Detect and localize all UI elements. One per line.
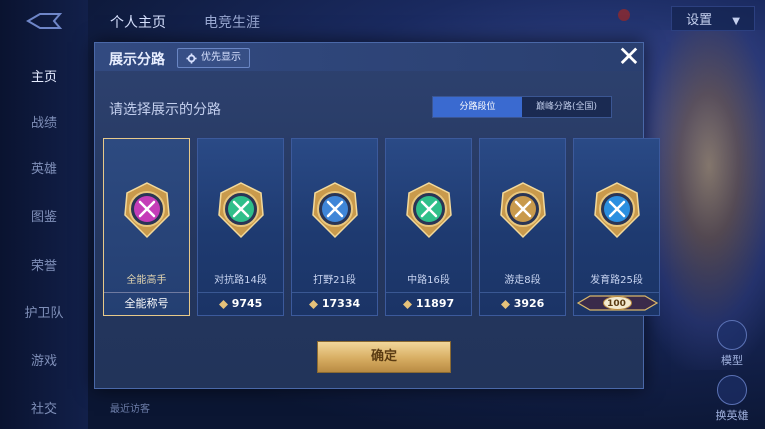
segment-toggle: 分路段位 巅峰分路(全国)	[432, 96, 612, 118]
gear-icon	[186, 52, 197, 64]
lane-card-footer: 9745	[198, 292, 283, 315]
target-icon	[593, 182, 640, 239]
lane-card[interactable]: 中路16段 11897	[385, 138, 472, 316]
level-badge-number: 100	[607, 299, 626, 309]
recent-visitors[interactable]: 最近访客	[110, 400, 150, 415]
points-icon	[218, 299, 228, 309]
sidebar-item-honor[interactable]: 荣誉	[0, 255, 88, 274]
lane-card[interactable]: 全能高手 全能称号	[103, 138, 190, 316]
lane-card-footer-text: 17334	[321, 297, 361, 310]
change-hero-label: 换英雄	[715, 409, 749, 422]
wings-icon	[499, 182, 546, 239]
recent-visitors-label: 最近访客	[110, 404, 150, 415]
model-icon	[717, 320, 747, 350]
dialog-subtitle: 请选择展示的分路	[109, 102, 221, 118]
model-label: 模型	[721, 354, 743, 367]
tab-profile[interactable]: 个人主页	[110, 12, 166, 32]
priority-display-label: 优先显示	[201, 52, 241, 63]
avatar-icon	[618, 9, 630, 21]
lane-card[interactable]: 打野21段 17334	[291, 138, 378, 316]
sidebar-item-home[interactable]: 主页	[0, 66, 88, 85]
lane-card-label: 游走8段	[504, 275, 541, 286]
sidebar-item-codex[interactable]: 图鉴	[0, 206, 88, 225]
points-icon	[308, 299, 318, 309]
segment-lane-rank[interactable]: 分路段位	[433, 97, 522, 117]
sidebar-item-records[interactable]: 战绩	[0, 112, 88, 131]
close-icon[interactable]: ✕	[613, 41, 645, 73]
lane-card-footer-text: 9745	[231, 297, 263, 310]
model-button[interactable]: 模型	[707, 320, 757, 368]
lane-card-label: 对抗路14段	[214, 275, 267, 286]
lane-card-label: 发育路25段	[590, 275, 643, 286]
settings-button[interactable]: 设置 ▼	[671, 6, 755, 31]
lane-card-footer: 全能称号	[104, 292, 189, 315]
lane-card-footer: 3926	[480, 292, 565, 315]
lane-card-label: 全能高手	[126, 275, 167, 286]
points-icon	[402, 299, 412, 309]
sidebar: 主页 战绩 英雄 图鉴 荣誉 护卫队 游戏 社交	[0, 0, 88, 429]
dragon-icon	[311, 182, 358, 239]
sidebar-item-heroes[interactable]: 英雄	[0, 158, 88, 177]
crossed-square-icon	[123, 182, 170, 239]
sidebar-item-games[interactable]: 游戏	[0, 350, 88, 369]
lane-card-label: 中路16段	[407, 275, 450, 286]
back-logo-icon[interactable]	[24, 12, 64, 30]
change-hero-button[interactable]: 换英雄	[707, 375, 757, 423]
lane-card[interactable]: 游走8段 3926	[479, 138, 566, 316]
sword-icon	[217, 182, 264, 239]
staff-icon	[405, 182, 452, 239]
lane-card-label: 打野21段	[313, 275, 356, 286]
lane-card-footer: 100	[574, 292, 659, 315]
lane-card-footer: 11897	[386, 292, 471, 315]
lane-card-list: 全能高手 全能称号 对抗路14段 9745 打野21段 17334 中路16段 11897 游走…	[103, 138, 660, 316]
lane-display-dialog: 展示分路 优先显示 ✕ 请选择展示的分路 分路段位 巅峰分路(全国) 全能高手全…	[94, 41, 660, 389]
lane-card-footer-text: 11897	[415, 297, 455, 310]
lane-card[interactable]: 发育路25段 100	[573, 138, 660, 316]
confirm-button[interactable]: 确定	[317, 341, 451, 373]
change-hero-icon	[717, 375, 747, 405]
priority-display-button[interactable]: 优先显示	[177, 48, 250, 68]
tab-esports-career[interactable]: 电竞生涯	[204, 12, 260, 32]
chevron-down-icon: ▼	[732, 16, 740, 27]
dialog-title: 展示分路	[109, 52, 165, 68]
lane-card-footer-text: 全能称号	[124, 297, 169, 310]
lane-card-footer: 17334	[292, 292, 377, 315]
lane-card-footer-text: 3926	[513, 297, 545, 310]
lane-card[interactable]: 对抗路14段 9745	[197, 138, 284, 316]
settings-label: 设置	[686, 13, 713, 28]
sidebar-item-guard[interactable]: 护卫队	[0, 302, 88, 321]
sidebar-item-social[interactable]: 社交	[0, 398, 88, 417]
segment-peak-lane[interactable]: 巅峰分路(全国)	[522, 97, 611, 117]
points-icon	[500, 299, 510, 309]
